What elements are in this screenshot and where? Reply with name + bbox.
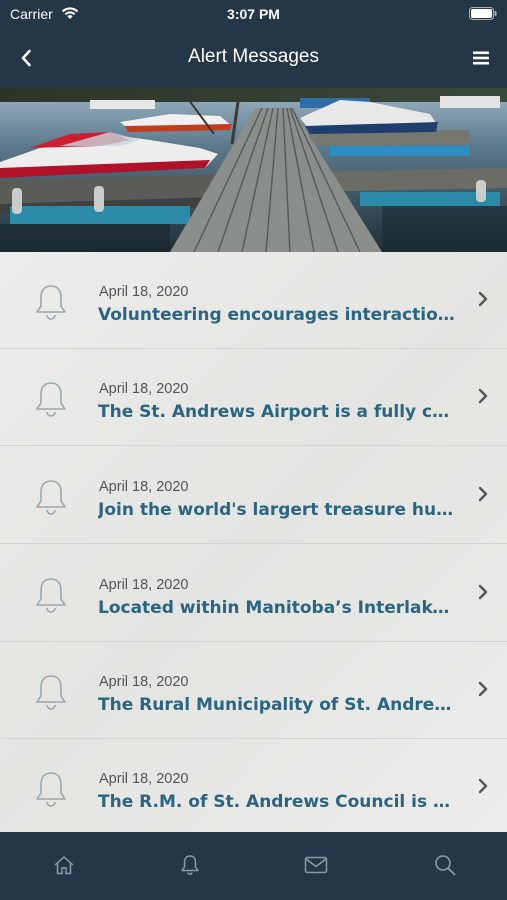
alert-list-item[interactable]: April 18, 2020 The R.M. of St. Andrews C… (0, 739, 507, 832)
alert-date: April 18, 2020 (99, 674, 189, 690)
alert-list-item[interactable]: April 18, 2020 The Rural Municipality of… (0, 642, 507, 739)
tab-bar (0, 832, 507, 900)
tab-search[interactable] (432, 852, 458, 878)
navigation-bar: Alert Messages (0, 28, 507, 88)
alert-title: The Rural Municipality of St. Andrews i.… (98, 695, 460, 715)
tab-messages[interactable] (303, 852, 329, 878)
chevron-right-icon (478, 681, 488, 697)
alert-list: April 18, 2020 Volunteering encourages i… (0, 252, 507, 832)
alert-date: April 18, 2020 (99, 577, 189, 593)
alert-title: The St. Andrews Airport is a fully contr… (98, 402, 460, 422)
mail-icon (304, 856, 328, 874)
bell-icon (36, 578, 66, 613)
bell-icon (36, 675, 66, 710)
alert-list-item[interactable]: April 18, 2020 Join the world's largert … (0, 447, 507, 544)
alert-date: April 18, 2020 (99, 284, 189, 300)
chevron-right-icon (478, 584, 488, 600)
alert-list-item[interactable]: April 18, 2020 Located within Manitoba’s… (0, 545, 507, 642)
tab-home[interactable] (51, 852, 77, 878)
alert-title: Volunteering encourages interaction b... (98, 305, 460, 325)
alert-list-item[interactable]: April 18, 2020 Volunteering encourages i… (0, 252, 507, 349)
top-bar: Carrier 3:07 PM Alert Messages (0, 0, 507, 88)
status-bar: Carrier 3:07 PM (0, 0, 507, 28)
chevron-right-icon (478, 388, 488, 404)
alert-date: April 18, 2020 (99, 479, 189, 495)
chevron-right-icon (478, 486, 488, 502)
page-title: Alert Messages (188, 46, 319, 67)
search-icon (435, 855, 456, 876)
bell-icon (36, 772, 66, 807)
menu-button[interactable] (469, 46, 493, 70)
alert-title: Join the world's largert treasure hunt! … (98, 500, 460, 520)
hero-image (0, 88, 507, 252)
bell-icon (36, 285, 66, 320)
alert-date: April 18, 2020 (99, 381, 189, 397)
home-icon (54, 856, 74, 875)
tab-alerts[interactable] (177, 852, 203, 878)
bell-icon (36, 480, 66, 515)
alert-title: The R.M. of St. Andrews Council is elect… (98, 792, 460, 812)
alert-list-item[interactable]: April 18, 2020 The St. Andrews Airport i… (0, 349, 507, 446)
chevron-right-icon (478, 778, 488, 794)
chevron-right-icon (478, 291, 488, 307)
battery-icon (469, 7, 497, 24)
alert-title: Located within Manitoba’s Interlake R... (98, 598, 460, 618)
hamburger-menu-icon (473, 51, 489, 65)
clock-label: 3:07 PM (227, 6, 280, 22)
alert-date: April 18, 2020 (99, 771, 189, 787)
bell-icon (36, 382, 66, 417)
bell-icon (181, 855, 199, 875)
